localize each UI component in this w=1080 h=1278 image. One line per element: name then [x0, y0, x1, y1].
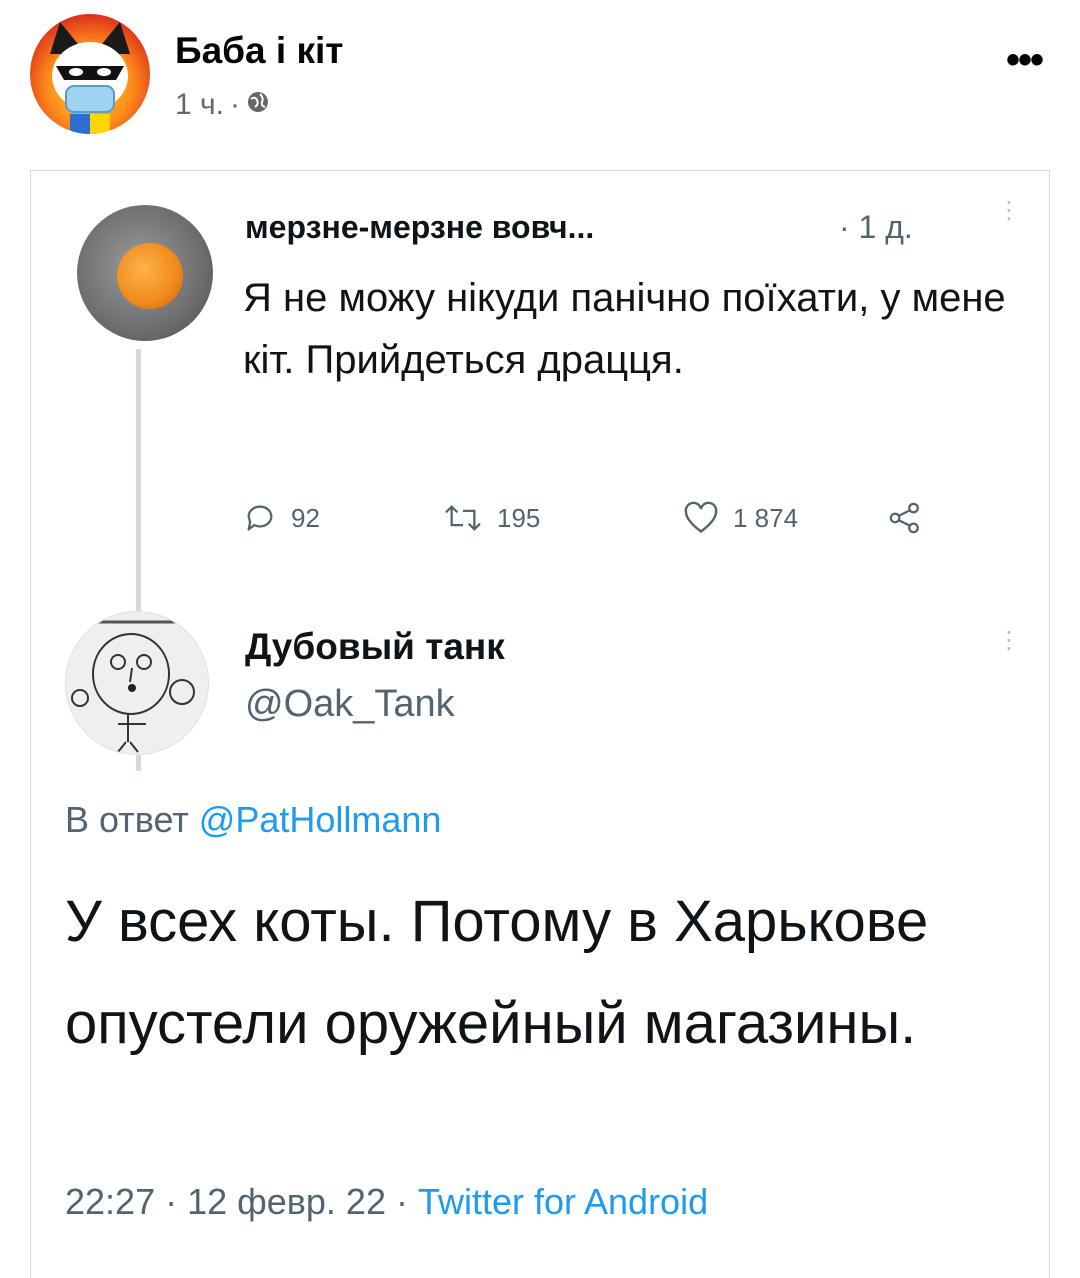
reply-count: 92: [291, 502, 320, 533]
more-options-button[interactable]: •••: [1006, 40, 1044, 80]
share-button[interactable]: [888, 501, 922, 535]
tweet1-author[interactable]: мерзне-мерзне вовч...: [245, 209, 594, 246]
like-button[interactable]: 1 874: [683, 501, 798, 535]
like-icon: [684, 501, 718, 534]
retweet-icon: [445, 505, 481, 531]
meta-separator: ·: [229, 88, 240, 121]
tweet-screenshot: мерзне-мерзне вовч... · 1 д. ⋮ Я не можу…: [30, 170, 1050, 1278]
post-time[interactable]: 1 ч.: [175, 88, 224, 122]
tweet2-author[interactable]: Дубовый танк: [245, 626, 505, 668]
orange-fruit-image: [117, 243, 183, 309]
tweet2-client[interactable]: Twitter for Android: [418, 1181, 708, 1222]
retweet-button[interactable]: 195: [443, 501, 540, 535]
post-header: Баба і кіт 1 ч. · •••: [0, 0, 1080, 160]
reply-prefix: В ответ: [65, 799, 189, 840]
tweet2-handle[interactable]: @Oak_Tank: [245, 683, 455, 726]
cat-mask-avatar-icon: [50, 22, 130, 134]
reply-button[interactable]: 92: [243, 501, 320, 535]
tweet1-actions: 92 195 1 874: [243, 501, 943, 541]
globe-icon: [246, 88, 270, 122]
tweet2-more-icon[interactable]: ⋮: [997, 629, 1021, 653]
retweet-count: 195: [497, 502, 541, 533]
tweet1-text: Я не можу нікуди панічно поїхати, у мене…: [243, 276, 1006, 382]
post-meta: 1 ч. ·: [175, 88, 270, 122]
tweet1-more-icon[interactable]: ⋮: [997, 199, 1021, 223]
reply-to-line: В ответ @PatHollmann: [65, 799, 441, 841]
tweet1-avatar[interactable]: [77, 205, 213, 341]
reply-icon: [247, 505, 273, 531]
child-drawing-avatar-icon: [66, 612, 208, 754]
reply-to-mention[interactable]: @PatHollmann: [199, 799, 442, 840]
tweet2-footer: 22:27 · 12 февр. 22 · Twitter for Androi…: [65, 1181, 708, 1223]
tweet2-text: У всех коты. Потому в Харькове опустели …: [65, 889, 929, 1056]
tweet2-avatar[interactable]: [65, 611, 209, 755]
tweet2-timestamp[interactable]: 22:27 · 12 февр. 22 ·: [65, 1181, 408, 1222]
page-name[interactable]: Баба і кіт: [175, 30, 343, 72]
tweet1-time[interactable]: · 1 д.: [839, 209, 913, 246]
page-avatar[interactable]: [30, 14, 150, 134]
like-count: 1 874: [733, 502, 799, 533]
share-icon: [889, 502, 919, 534]
